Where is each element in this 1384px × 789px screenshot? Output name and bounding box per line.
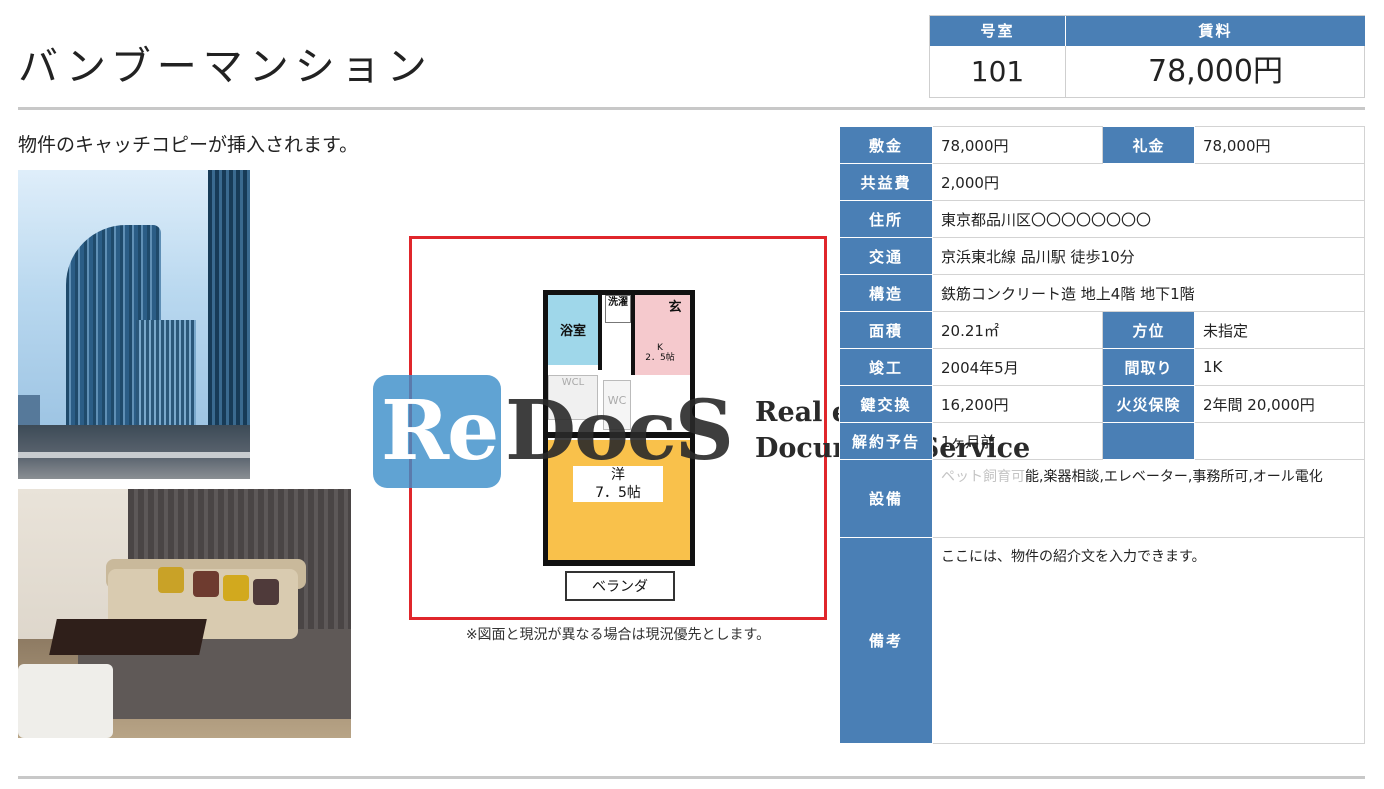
- key-exchange-value: 16,200円: [932, 385, 1103, 423]
- exterior-photo: [18, 170, 250, 479]
- floorplan-wall: [543, 432, 695, 438]
- structure-label: 構造: [839, 274, 933, 312]
- railing: [18, 452, 250, 458]
- address-value: 東京都品川区〇〇〇〇〇〇〇〇: [932, 200, 1365, 238]
- remarks-value: ここには、物件の紹介文を入力できます。: [932, 537, 1365, 744]
- key-exchange-label: 鍵交換: [839, 385, 933, 423]
- fire-insurance-value: 2年間 20,000円: [1194, 385, 1365, 423]
- built-value: 2004年5月: [932, 348, 1103, 386]
- coffee-table: [49, 619, 207, 655]
- laundry-label: 洗濯: [608, 297, 628, 308]
- shikikin-label: 敷金: [839, 126, 933, 164]
- info-row: 備考 ここには、物件の紹介文を入力できます。: [839, 537, 1365, 744]
- floorplan-wall: [598, 295, 602, 370]
- cancel-notice-value: 1ヶ月前: [932, 422, 1103, 460]
- catch-copy: 物件のキャッチコピーが挿入されます。: [18, 134, 359, 156]
- rent-header: 賃料: [1066, 16, 1365, 46]
- interior-photo: [18, 489, 351, 738]
- property-info-table: 敷金 78,000円 礼金 78,000円 共益費 2,000円 住所 東京都品…: [839, 126, 1365, 744]
- info-row: 交通 京浜東北線 品川駅 徒歩10分: [839, 237, 1365, 275]
- info-row: 設備 ペット飼育可能,楽器相談,エレベーター,事務所可,オール電化: [839, 459, 1365, 538]
- pillow: [253, 579, 279, 605]
- pillow: [158, 567, 184, 593]
- equipment-value: ペット飼育可能,楽器相談,エレベーター,事務所可,オール電化: [932, 459, 1365, 538]
- info-row: 解約予告 1ヶ月前: [839, 422, 1365, 460]
- room-number-header: 号室: [930, 16, 1066, 46]
- room-rent-box: 号室 賃料 101 78,000円: [929, 15, 1365, 98]
- wcl-label: WCL: [561, 377, 585, 388]
- remarks-label: 備考: [839, 537, 933, 744]
- kyoeki-label: 共益費: [839, 163, 933, 201]
- area-value: 20.21㎡: [932, 311, 1103, 349]
- empty-label: [1102, 422, 1195, 460]
- floorplan-frame: 浴室 洗濯 玄 K 2．5帖 WCL WC 洋 7．5帖 ベランダ: [409, 236, 827, 620]
- info-row: 面積 20.21㎡ 方位 未指定: [839, 311, 1365, 349]
- built-label: 竣工: [839, 348, 933, 386]
- floorplan-wall: [690, 290, 695, 566]
- floorplan-wall: [543, 560, 695, 566]
- pillow: [223, 575, 249, 601]
- layout-label: 間取り: [1102, 348, 1195, 386]
- pillow: [193, 571, 219, 597]
- info-row: 竣工 2004年5月 間取り 1K: [839, 348, 1365, 386]
- kitchen-label: K 2．5帖: [645, 343, 675, 363]
- direction-label: 方位: [1102, 311, 1195, 349]
- floorplan-note: ※図面と現況が異なる場合は現況優先とします。: [465, 627, 771, 643]
- info-row: 敷金 78,000円 礼金 78,000円: [839, 126, 1365, 164]
- western-room-label: 洋 7．5帖: [573, 466, 663, 502]
- structure-value: 鉄筋コンクリート造 地上4階 地下1階: [932, 274, 1365, 312]
- header-divider: [18, 107, 1365, 110]
- info-row: 鍵交換 16,200円 火災保険 2年間 20,000円: [839, 385, 1365, 423]
- equipment-text: 能,楽器相談,エレベーター,事務所可,オール電化: [1025, 469, 1323, 485]
- bathroom-label: 浴室: [559, 324, 586, 339]
- equipment-label: 設備: [839, 459, 933, 538]
- shikikin-value: 78,000円: [932, 126, 1103, 164]
- floorplan: 浴室 洗濯 玄 K 2．5帖 WCL WC 洋 7．5帖 ベランダ: [543, 290, 695, 601]
- balcony-label: ベランダ: [592, 579, 648, 595]
- info-row: 住所 東京都品川区〇〇〇〇〇〇〇〇: [839, 200, 1365, 238]
- empty-value: [1194, 422, 1365, 460]
- cancel-notice-label: 解約予告: [839, 422, 933, 460]
- fire-insurance-label: 火災保険: [1102, 385, 1195, 423]
- property-title: バンブーマンション: [18, 44, 433, 90]
- area-label: 面積: [839, 311, 933, 349]
- access-label: 交通: [839, 237, 933, 275]
- rent-value: 78,000円: [1148, 54, 1283, 89]
- ottoman: [18, 664, 113, 738]
- layout-value: 1K: [1194, 348, 1365, 386]
- reikin-label: 礼金: [1102, 126, 1195, 164]
- access-value: 京浜東北線 品川駅 徒歩10分: [932, 237, 1365, 275]
- entrance-label: 玄: [668, 300, 682, 315]
- reikin-value: 78,000円: [1194, 126, 1365, 164]
- wc-label: WC: [607, 394, 627, 407]
- info-row: 構造 鉄筋コンクリート造 地上4階 地下1階: [839, 274, 1365, 312]
- room-number-value: 101: [930, 46, 1066, 98]
- address-label: 住所: [839, 200, 933, 238]
- direction-value: 未指定: [1194, 311, 1365, 349]
- equipment-faded-text: ペット飼育可: [941, 469, 1025, 485]
- kyoeki-value: 2,000円: [932, 163, 1365, 201]
- info-row: 共益費 2,000円: [839, 163, 1365, 201]
- footer-divider: [18, 776, 1365, 779]
